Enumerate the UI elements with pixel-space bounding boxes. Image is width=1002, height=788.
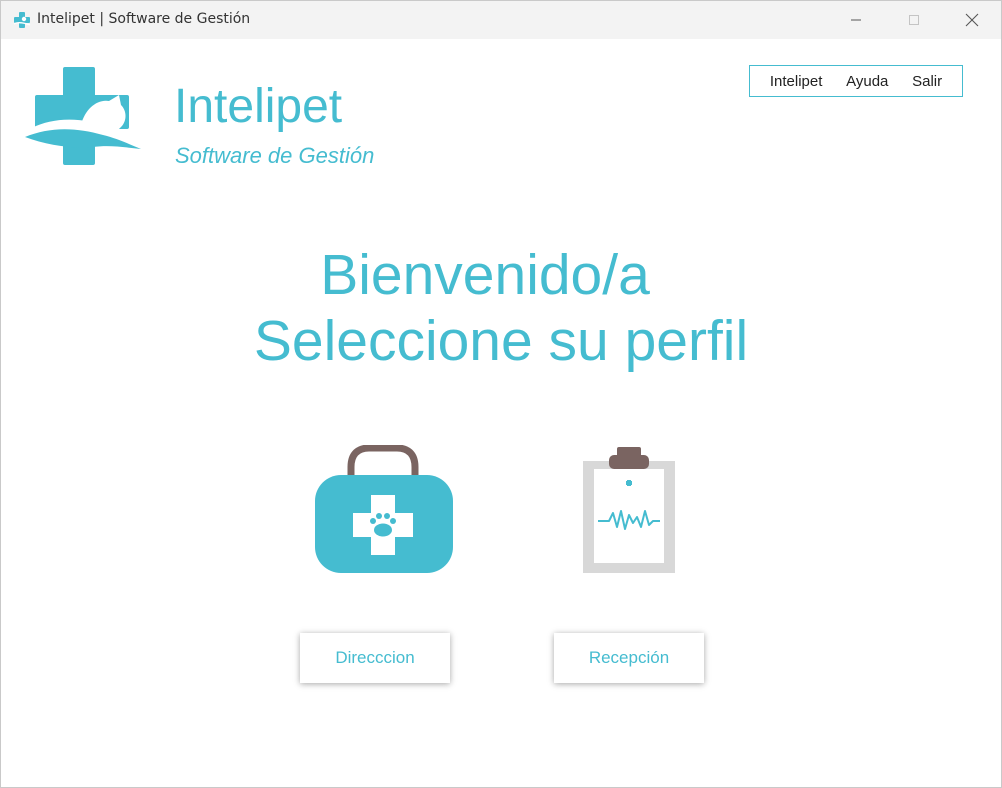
minimize-icon: [851, 19, 861, 21]
brand-name: Intelipet: [174, 80, 343, 133]
top-menu: Intelipet Ayuda Salir: [749, 65, 963, 97]
menu-item-salir[interactable]: Salir: [912, 73, 942, 90]
minimize-button[interactable]: [827, 1, 885, 39]
welcome-heading: Bienvenido/a: [1, 243, 1001, 307]
brand-subtitle: Software de Gestión: [175, 143, 375, 168]
app-window: Intelipet | Software de Gestión Intelipe…: [0, 0, 1002, 788]
select-profile-heading: Seleccione su perfil: [253, 309, 749, 373]
intelipet-logo: [23, 67, 143, 165]
main-content: Intelipet Software de Gestión Intelipet …: [1, 39, 1001, 787]
menu-item-intelipet[interactable]: Intelipet: [770, 73, 823, 90]
clipboard-heartbeat-icon: [583, 447, 675, 573]
title-bar[interactable]: Intelipet | Software de Gestión: [1, 1, 1001, 39]
window-title: Intelipet | Software de Gestión: [37, 11, 251, 27]
medkit-paw-icon: [315, 445, 453, 573]
recepcion-button[interactable]: Recepción: [554, 633, 704, 683]
app-logo-icon: [13, 12, 31, 28]
direccion-button[interactable]: Direcccion: [300, 633, 450, 683]
menu-item-ayuda[interactable]: Ayuda: [846, 73, 888, 90]
welcome-line-1: Bienvenido/a: [320, 243, 650, 307]
close-icon: [965, 13, 979, 27]
close-button[interactable]: [943, 1, 1001, 39]
maximize-button[interactable]: [885, 1, 943, 39]
maximize-icon: [909, 15, 919, 25]
